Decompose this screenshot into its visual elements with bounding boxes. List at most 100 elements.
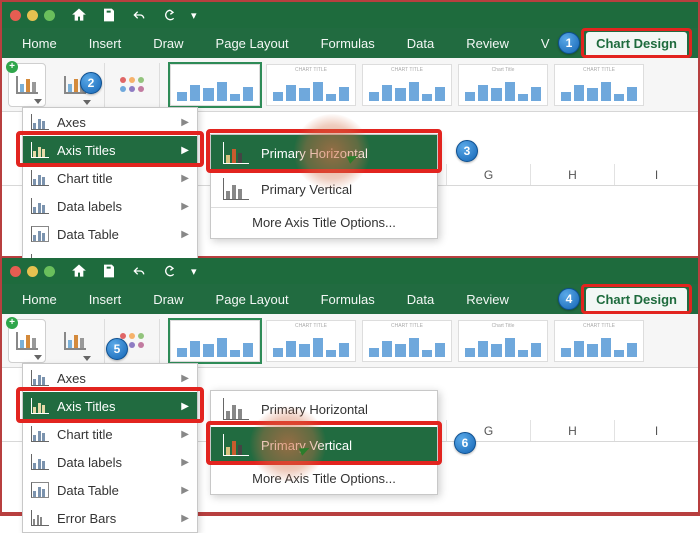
menu-item-axis-titles[interactable]: Axis Titles▶: [23, 392, 197, 420]
plus-icon: +: [6, 61, 18, 73]
tab-chart-design-highlight: Chart Design: [581, 28, 692, 58]
chart-style-4[interactable]: Chart Title: [458, 320, 548, 362]
change-colors-button[interactable]: [115, 63, 149, 107]
menus-overlay-area: F G H I Axes▶ Axis Titles▶ Chart title▶ …: [2, 368, 698, 512]
ribbon-chart-design: + CHART TITLE CHART TITLE Chart Title CH…: [2, 58, 698, 112]
save-icon[interactable]: [101, 7, 117, 23]
callout-1: 1: [558, 32, 580, 54]
submenu-arrow-icon: ▶: [181, 513, 189, 524]
submenu-arrow-icon: ▶: [181, 373, 189, 384]
menu-item-chart-title[interactable]: Chart title▶: [23, 164, 197, 192]
tab-data[interactable]: Data: [397, 32, 444, 55]
undo-icon[interactable]: [131, 7, 147, 23]
axes-icon: [31, 370, 49, 386]
tab-home[interactable]: Home: [12, 32, 67, 55]
chevron-down-icon: [83, 356, 91, 361]
primary-vertical-icon: [223, 178, 249, 200]
close-icon[interactable]: [10, 10, 21, 21]
menu-item-axes[interactable]: Axes▶: [23, 108, 197, 136]
window-traffic-lights: [10, 266, 55, 277]
tab-draw[interactable]: Draw: [143, 32, 193, 55]
tab-data[interactable]: Data: [397, 288, 444, 311]
axis-titles-submenu: Primary Horizontal Primary Vertical More…: [210, 134, 438, 239]
submenu-more-options[interactable]: More Axis Title Options...: [211, 208, 437, 238]
tab-formulas[interactable]: Formulas: [311, 288, 385, 311]
tab-review[interactable]: Review: [456, 32, 519, 55]
chart-style-5[interactable]: CHART TITLE: [554, 320, 644, 362]
col-i[interactable]: I: [614, 420, 698, 441]
primary-horizontal-icon: [223, 398, 249, 420]
quick-access-toolbar: ▾: [71, 263, 197, 279]
submenu-more-options[interactable]: More Axis Title Options...: [211, 464, 437, 494]
tab-insert[interactable]: Insert: [79, 288, 132, 311]
col-h[interactable]: H: [530, 164, 614, 185]
chart-style-1[interactable]: [170, 64, 260, 106]
submenu-primary-horizontal[interactable]: Primary Horizontal: [211, 391, 437, 427]
callout-4: 4: [558, 288, 580, 310]
quick-layout-button[interactable]: [56, 319, 94, 363]
col-h[interactable]: H: [530, 420, 614, 441]
maximize-icon[interactable]: [44, 10, 55, 21]
redo-icon[interactable]: [161, 7, 177, 23]
tab-draw[interactable]: Draw: [143, 288, 193, 311]
submenu-arrow-icon: ▶: [181, 485, 189, 496]
ribbon-chart-design: + CHART TITLE CHART TITLE Chart Title CH…: [2, 314, 698, 368]
color-dots-icon: [120, 77, 144, 92]
menus-overlay-area: F G H I Axes▶ Axis Titles▶ Chart title▶ …: [2, 112, 698, 256]
add-chart-element-button[interactable]: +: [8, 319, 46, 363]
chevron-down-icon: [83, 100, 91, 105]
ribbon-tabs: Home Insert Draw Page Layout Formulas Da…: [2, 284, 698, 314]
chart-styles-gallery: CHART TITLE CHART TITLE Chart Title CHAR…: [170, 64, 644, 106]
col-i[interactable]: I: [614, 164, 698, 185]
tab-insert[interactable]: Insert: [79, 32, 132, 55]
minimize-icon[interactable]: [27, 266, 38, 277]
redo-icon[interactable]: [161, 263, 177, 279]
tutorial-step-bottom: ▾ Home Insert Draw Page Layout Formulas …: [2, 258, 698, 514]
tab-review[interactable]: Review: [456, 288, 519, 311]
submenu-primary-horizontal[interactable]: Primary Horizontal: [211, 135, 437, 171]
chart-style-3[interactable]: CHART TITLE: [362, 320, 452, 362]
menu-item-axes[interactable]: Axes▶: [23, 364, 197, 392]
minimize-icon[interactable]: [27, 10, 38, 21]
data-table-icon: [31, 482, 49, 498]
chart-style-1[interactable]: [170, 320, 260, 362]
submenu-primary-vertical[interactable]: Primary Vertical: [211, 171, 437, 207]
home-icon[interactable]: [71, 263, 87, 279]
tab-chart-design[interactable]: Chart Design: [586, 288, 687, 311]
tab-home[interactable]: Home: [12, 288, 67, 311]
save-icon[interactable]: [101, 263, 117, 279]
chart-style-5[interactable]: CHART TITLE: [554, 64, 644, 106]
data-labels-icon: [31, 198, 49, 214]
callout-5: 5: [106, 338, 128, 360]
chart-style-3[interactable]: CHART TITLE: [362, 64, 452, 106]
tutorial-step-top: ▾ Home Insert Draw Page Layout Formulas …: [2, 2, 698, 258]
menu-item-axis-titles[interactable]: Axis Titles▶: [23, 136, 197, 164]
error-bars-icon: [31, 510, 49, 526]
menu-item-error-bars[interactable]: Error Bars▶: [23, 504, 197, 532]
chart-style-2[interactable]: CHART TITLE: [266, 64, 356, 106]
menu-item-data-labels[interactable]: Data labels▶: [23, 448, 197, 476]
chart-style-4[interactable]: Chart Title: [458, 64, 548, 106]
chart-styles-gallery: CHART TITLE CHART TITLE Chart Title CHAR…: [170, 320, 644, 362]
submenu-arrow-icon: ▶: [181, 457, 189, 468]
data-table-icon: [31, 226, 49, 242]
menu-item-chart-title[interactable]: Chart title▶: [23, 420, 197, 448]
menu-item-data-table[interactable]: Data Table▶: [23, 476, 197, 504]
home-icon[interactable]: [71, 7, 87, 23]
tab-view-clipped[interactable]: V: [531, 32, 560, 55]
col-g[interactable]: G: [446, 164, 530, 185]
menu-item-data-labels[interactable]: Data labels▶: [23, 192, 197, 220]
chart-style-2[interactable]: CHART TITLE: [266, 320, 356, 362]
tab-page-layout[interactable]: Page Layout: [206, 32, 299, 55]
callout-3: 3: [456, 140, 478, 162]
close-icon[interactable]: [10, 266, 21, 277]
submenu-primary-vertical[interactable]: Primary Vertical: [211, 427, 437, 463]
tab-chart-design[interactable]: Chart Design: [586, 32, 687, 55]
tab-formulas[interactable]: Formulas: [311, 32, 385, 55]
undo-icon[interactable]: [131, 263, 147, 279]
window-traffic-lights: [10, 10, 55, 21]
menu-item-data-table[interactable]: Data Table▶: [23, 220, 197, 248]
maximize-icon[interactable]: [44, 266, 55, 277]
tab-page-layout[interactable]: Page Layout: [206, 288, 299, 311]
add-chart-element-button[interactable]: +: [8, 63, 46, 107]
